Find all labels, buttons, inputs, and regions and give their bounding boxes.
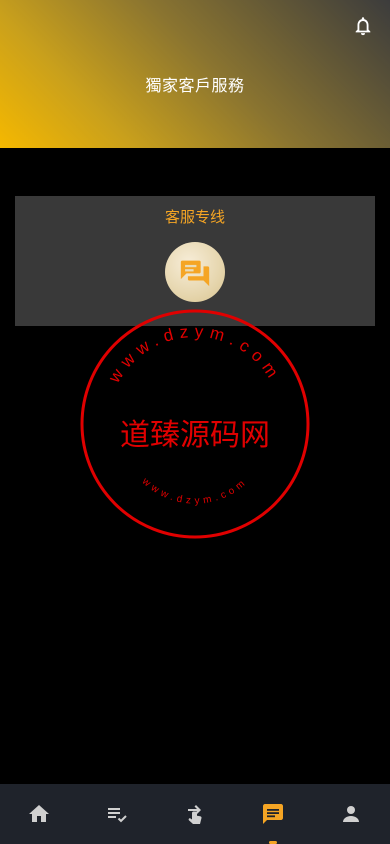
bell-icon[interactable]	[352, 14, 374, 38]
app-screen: 獨家客戶服務 客服专线 www.dzym.com www.dzym.com 道臻…	[0, 0, 390, 844]
watermark-ring-bottom: www.dzym.com	[139, 475, 246, 506]
home-icon	[29, 805, 49, 822]
tab-service[interactable]	[234, 784, 312, 844]
watermark-center-text: 道臻源码网	[120, 418, 270, 453]
list-check-icon	[108, 808, 127, 823]
tab-profile[interactable]	[312, 784, 390, 844]
tab-trade[interactable]	[156, 784, 234, 844]
page-title: 獨家客戶服務	[145, 76, 245, 95]
card-title: 客服专线	[164, 208, 225, 226]
watermark-stamp: www.dzym.com www.dzym.com 道臻源码网	[80, 309, 310, 539]
hand-swap-icon	[188, 805, 202, 824]
bottom-tab-bar	[0, 784, 390, 844]
customer-service-button[interactable]	[165, 242, 225, 302]
tab-orders[interactable]	[78, 784, 156, 844]
chat-icon	[263, 804, 283, 824]
tab-home[interactable]	[0, 784, 78, 844]
chat-bubbles-icon	[180, 260, 210, 287]
header-banner: 獨家客戶服務	[0, 0, 390, 148]
svg-text:www.dzym.com: www.dzym.com	[139, 475, 250, 506]
person-icon	[343, 806, 359, 822]
